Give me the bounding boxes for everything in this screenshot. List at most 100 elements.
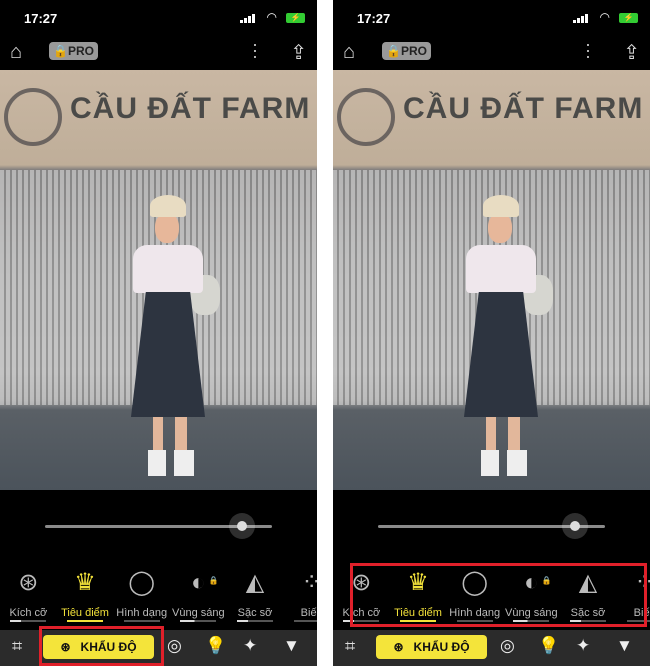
tool-ring[interactable]: ◯ Hình dạng (113, 568, 170, 628)
tool-aperture[interactable]: ⊛ Kích cỡ (333, 568, 390, 628)
tool-paint-bucket[interactable]: ◭ Sặc sỡ (227, 568, 284, 628)
tool-label: Sặc sỡ (237, 607, 273, 619)
tulip-icon: ♛ (407, 569, 429, 596)
lock-icon: 🔒 (386, 44, 401, 58)
battery-icon: ⚡ (619, 13, 638, 23)
top-toolbar: ⌂ 🔒PRO · · · ⇪ (333, 35, 650, 70)
tool-label: Vùng sáng (505, 607, 558, 619)
phone-screen-2: 17:27 ◠ ⚡ ⌂ 🔒PRO · · · ⇪ CẦU ĐẤT FARM ⊛ Kí… (333, 0, 650, 666)
tool-level-bar (293, 620, 317, 622)
clock: 17:27 (24, 11, 58, 26)
tool-level-bar (10, 620, 47, 622)
tool-level-bar (400, 620, 436, 622)
brush-icon[interactable]: ▼ (283, 636, 300, 656)
tool-label: Biến (633, 607, 650, 619)
highlight-icon: ◐ 🔒 (503, 568, 560, 598)
magic-wand-icon[interactable]: ✦ (576, 636, 590, 656)
top-toolbar: ⌂ 🔒PRO · · · ⇪ (0, 35, 317, 70)
tool-label: Kích cỡ (9, 607, 48, 619)
more-icon[interactable]: · · · (585, 35, 591, 65)
signal-icon (240, 14, 255, 23)
tool-label: Hình dạng (449, 607, 501, 619)
sign-text: CẦU ĐẤT FARM (70, 92, 311, 125)
tool-label: Kích cỡ (342, 607, 381, 619)
lightbulb-icon[interactable]: 💡 (205, 636, 226, 656)
tool-row: ⊛ Kích cỡ ♛ Tiêu điểm ◯ Hình dạng ◐ 🔒 Vùn… (333, 568, 650, 628)
brush-icon[interactable]: ▼ (616, 636, 633, 656)
lock-icon: 🔒 (53, 44, 68, 58)
share-icon[interactable]: ⇪ (290, 40, 307, 65)
ring-icon: ◯ (128, 569, 156, 596)
crop-icon[interactable]: ⌗ (345, 636, 355, 657)
magic-wand-icon[interactable]: ✦ (243, 636, 257, 656)
pro-badge[interactable]: 🔒PRO (49, 42, 98, 60)
wifi-icon: ◠ (599, 10, 610, 24)
tool-label: Tiêu điểm (394, 607, 442, 619)
tool-level-bar (570, 620, 607, 622)
tool-level-bar (343, 620, 380, 622)
tool-level-bar (456, 620, 493, 622)
tool-tulip[interactable]: ♛ Tiêu điểm (57, 568, 114, 628)
tool-ring[interactable]: ◯ Hình dạng (446, 568, 503, 628)
tool-aperture[interactable]: ⊛ Kích cỡ (0, 568, 57, 628)
aperture-mode-button[interactable]: ⊛ KHẨU ĐỘ (376, 635, 487, 659)
bokeh-icon: ⁘ (616, 568, 650, 598)
highlight-icon: ◐ 🔒 (170, 568, 227, 598)
bottom-toolbar: ⌗ ⊛ KHẨU ĐỘ ◎ 💡 ✦ ▼ (0, 630, 317, 666)
slider-knob[interactable] (229, 513, 256, 539)
paint-bucket-icon: ◭ (245, 569, 265, 596)
aperture-icon: ⊛ (351, 569, 372, 596)
tulip-icon: ♛ (74, 569, 96, 596)
pro-badge[interactable]: 🔒PRO (382, 42, 431, 60)
aperture-icon: ⊛ (18, 569, 39, 596)
sign-text: CẦU ĐẤT FARM (403, 92, 644, 125)
share-icon[interactable]: ⇪ (623, 40, 640, 65)
bokeh-icon: ⁘ (283, 568, 317, 598)
signal-icon (573, 14, 588, 23)
aperture-mode-button[interactable]: ⊛ KHẨU ĐỘ (43, 635, 154, 659)
tool-level-bar (626, 620, 650, 622)
person-subject (128, 195, 220, 485)
tool-highlight[interactable]: ◐ 🔒 Vùng sáng (503, 568, 560, 628)
tool-level-bar (123, 620, 160, 622)
phone-screen-1: 17:27 ◠ ⚡ ⌂ 🔒PRO · · · ⇪ CẦU ĐẤT FARM ⊛ Kí… (0, 0, 317, 666)
tool-tulip[interactable]: ♛ Tiêu điểm (390, 568, 447, 628)
farm-logo (337, 88, 395, 146)
tool-label: Vùng sáng (172, 607, 225, 619)
photo-canvas[interactable]: CẦU ĐẤT FARM (333, 70, 650, 490)
tool-label: Tiêu điểm (61, 607, 109, 619)
lens-icon[interactable]: ◎ (500, 636, 515, 656)
status-bar: 17:27 ◠ ⚡ (333, 0, 650, 35)
tool-row: ⊛ Kích cỡ ♛ Tiêu điểm ◯ Hình dạng ◐ 🔒 Vùn… (0, 568, 317, 628)
clock: 17:27 (357, 11, 391, 26)
home-icon[interactable]: ⌂ (343, 41, 355, 64)
tool-level-bar (237, 620, 274, 622)
battery-icon: ⚡ (286, 13, 305, 23)
status-bar: 17:27 ◠ ⚡ (0, 0, 317, 35)
wifi-icon: ◠ (266, 10, 277, 24)
tool-label: Biến (300, 607, 317, 619)
tool-bokeh[interactable]: ⁘ Biến (283, 568, 317, 628)
tool-highlight[interactable]: ◐ 🔒 Vùng sáng (170, 568, 227, 628)
person-subject (461, 195, 553, 485)
ring-icon: ◯ (461, 569, 489, 596)
lock-icon: 🔒 (208, 576, 219, 585)
more-icon[interactable]: · · · (252, 35, 258, 65)
lens-icon[interactable]: ◎ (167, 636, 182, 656)
lock-icon: 🔒 (541, 576, 552, 585)
tool-level-bar (513, 620, 550, 622)
slider-knob[interactable] (562, 513, 589, 539)
tool-level-bar (180, 620, 217, 622)
photo-canvas[interactable]: CẦU ĐẤT FARM (0, 70, 317, 490)
tool-paint-bucket[interactable]: ◭ Sặc sỡ (560, 568, 617, 628)
tool-bokeh[interactable]: ⁘ Biến (616, 568, 650, 628)
aperture-icon: ⊛ (60, 640, 71, 654)
blur-slider[interactable] (378, 513, 605, 539)
blur-slider[interactable] (45, 513, 272, 539)
lightbulb-icon[interactable]: 💡 (538, 636, 559, 656)
home-icon[interactable]: ⌂ (10, 41, 22, 64)
farm-logo (4, 88, 62, 146)
crop-icon[interactable]: ⌗ (12, 636, 22, 657)
tool-label: Hình dạng (116, 607, 168, 619)
bottom-toolbar: ⌗ ⊛ KHẨU ĐỘ ◎ 💡 ✦ ▼ (333, 630, 650, 666)
